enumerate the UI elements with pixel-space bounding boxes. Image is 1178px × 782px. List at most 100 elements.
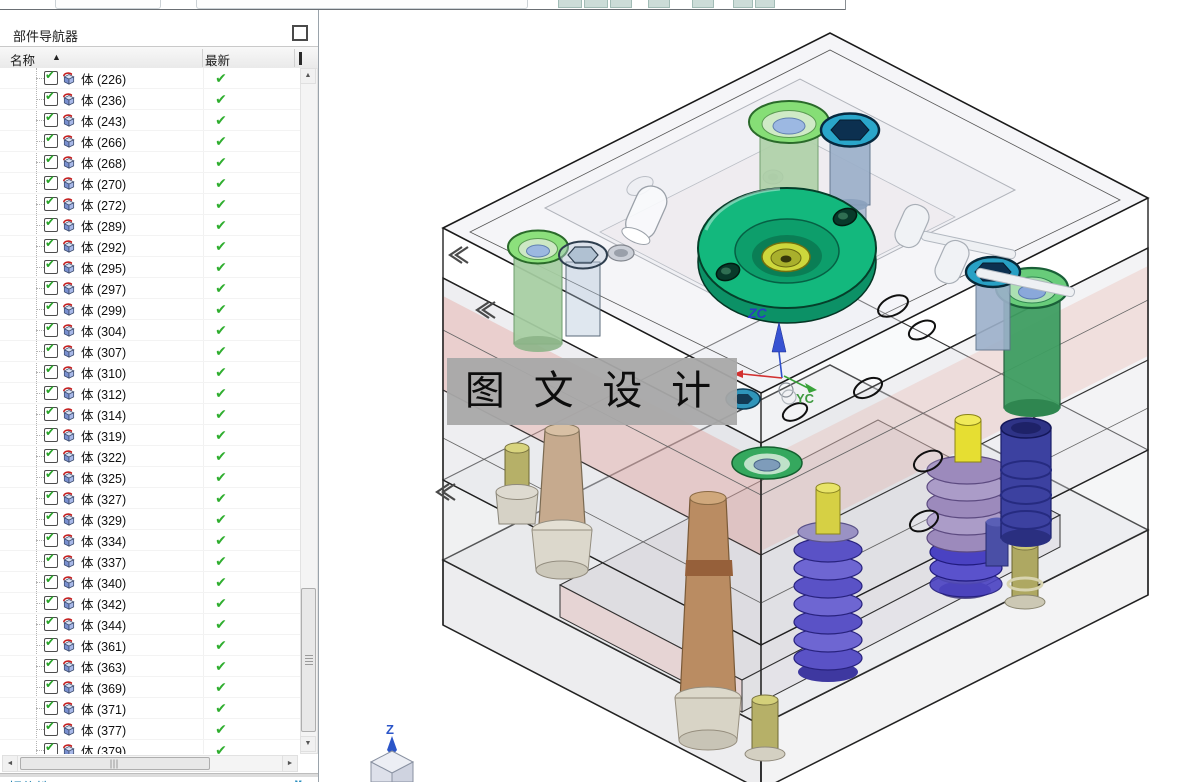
scroll-left-button[interactable]: ◄ <box>2 755 18 772</box>
part-navigator-row[interactable]: ✔ 体 (307) ✔ <box>0 341 300 362</box>
visibility-checkbox[interactable]: ✔ <box>44 215 58 232</box>
locating-ring[interactable] <box>697 187 877 324</box>
visibility-checkbox[interactable]: ✔ <box>44 509 58 526</box>
part-navigator-row[interactable]: ✔ 体 (243) ✔ <box>0 110 300 131</box>
visibility-checkbox[interactable]: ✔ <box>44 446 58 463</box>
tree-line <box>36 686 44 688</box>
visibility-checkbox[interactable]: ✔ <box>44 488 58 505</box>
visibility-checkbox[interactable]: ✔ <box>44 551 58 568</box>
visibility-checkbox[interactable]: ✔ <box>44 89 58 106</box>
latest-check-icon: ✔ <box>215 216 227 233</box>
visibility-checkbox[interactable]: ✔ <box>44 131 58 148</box>
part-navigator-row[interactable]: ✔ 体 (361) ✔ <box>0 635 300 656</box>
part-navigator-row[interactable]: ✔ 体 (304) ✔ <box>0 320 300 341</box>
part-navigator-row[interactable]: ✔ 体 (312) ✔ <box>0 383 300 404</box>
visibility-checkbox[interactable]: ✔ <box>44 656 58 673</box>
part-navigator-row[interactable]: ✔ 体 (322) ✔ <box>0 446 300 467</box>
part-navigator-row[interactable]: ✔ 体 (379) ✔ <box>0 740 300 754</box>
visibility-checkbox[interactable]: ✔ <box>44 740 58 754</box>
visibility-checkbox[interactable]: ✔ <box>44 635 58 652</box>
visibility-checkbox[interactable]: ✔ <box>44 299 58 316</box>
visibility-checkbox[interactable]: ✔ <box>44 719 58 736</box>
visibility-checkbox[interactable]: ✔ <box>44 404 58 421</box>
part-navigator-row[interactable]: ✔ 体 (270) ✔ <box>0 173 300 194</box>
tree-line <box>36 476 44 478</box>
visibility-checkbox[interactable]: ✔ <box>44 341 58 358</box>
float-panel-icon[interactable] <box>292 25 308 41</box>
check-icon: ✔ <box>45 110 56 124</box>
visibility-checkbox[interactable]: ✔ <box>44 236 58 253</box>
latest-check-icon: ✔ <box>215 342 227 359</box>
visibility-checkbox[interactable]: ✔ <box>44 320 58 337</box>
sort-ascending-icon[interactable]: ▲ <box>52 52 61 62</box>
part-navigator-row[interactable]: ✔ 体 (266) ✔ <box>0 131 300 152</box>
part-navigator-row[interactable]: ✔ 体 (337) ✔ <box>0 551 300 572</box>
visibility-checkbox[interactable]: ✔ <box>44 698 58 715</box>
part-navigator-row[interactable]: ✔ 体 (272) ✔ <box>0 194 300 215</box>
part-navigator-row[interactable]: ✔ 体 (310) ✔ <box>0 362 300 383</box>
tree-line <box>36 287 44 289</box>
column-header-latest[interactable]: 最新 <box>205 50 230 69</box>
part-navigator-row[interactable]: ✔ 体 (342) ✔ <box>0 593 300 614</box>
part-navigator-row[interactable]: ✔ 体 (289) ✔ <box>0 215 300 236</box>
visibility-checkbox[interactable]: ✔ <box>44 677 58 694</box>
latest-check-icon: ✔ <box>215 111 227 128</box>
part-navigator-row[interactable]: ✔ 体 (334) ✔ <box>0 530 300 551</box>
tree-line <box>36 728 44 730</box>
scroll-right-button[interactable]: ► <box>282 755 298 772</box>
latest-check-icon: ✔ <box>215 657 227 674</box>
check-icon: ✔ <box>45 446 56 460</box>
visibility-checkbox[interactable]: ✔ <box>44 425 58 442</box>
visibility-checkbox[interactable]: ✔ <box>44 278 58 295</box>
part-navigator-row[interactable]: ✔ 体 (340) ✔ <box>0 572 300 593</box>
visibility-checkbox[interactable]: ✔ <box>44 68 58 85</box>
part-navigator-row[interactable]: ✔ 体 (268) ✔ <box>0 152 300 173</box>
visibility-checkbox[interactable]: ✔ <box>44 194 58 211</box>
part-navigator-row[interactable]: ✔ 体 (363) ✔ <box>0 656 300 677</box>
part-navigator-row[interactable]: ✔ 体 (226) ✔ <box>0 68 300 89</box>
visibility-checkbox[interactable]: ✔ <box>44 362 58 379</box>
part-navigator-row[interactable]: ✔ 体 (297) ✔ <box>0 278 300 299</box>
visibility-checkbox[interactable]: ✔ <box>44 572 58 589</box>
visibility-checkbox[interactable]: ✔ <box>44 152 58 169</box>
part-navigator-row[interactable]: ✔ 体 (327) ✔ <box>0 488 300 509</box>
visibility-checkbox[interactable]: ✔ <box>44 614 58 631</box>
row-label: 体 (307) <box>81 345 127 360</box>
visibility-checkbox[interactable]: ✔ <box>44 173 58 190</box>
column-header-name[interactable]: 名称 <box>10 50 35 69</box>
visibility-checkbox[interactable]: ✔ <box>44 593 58 610</box>
scroll-down-button[interactable]: ▼ <box>300 736 316 752</box>
part-navigator-row[interactable]: ✔ 体 (377) ✔ <box>0 719 300 740</box>
part-navigator-row[interactable]: ✔ 体 (369) ✔ <box>0 677 300 698</box>
row-label: 体 (243) <box>81 114 127 129</box>
check-icon: ✔ <box>45 677 56 691</box>
visibility-checkbox[interactable]: ✔ <box>44 257 58 274</box>
visibility-checkbox[interactable]: ✔ <box>44 530 58 547</box>
part-navigator-row[interactable]: ✔ 体 (299) ✔ <box>0 299 300 320</box>
row-label: 体 (272) <box>81 198 127 213</box>
scroll-up-button[interactable]: ▲ <box>300 68 316 84</box>
horizontal-scrollbar-thumb[interactable] <box>20 757 210 770</box>
body-feature-icon <box>61 407 77 422</box>
part-navigator-row[interactable]: ✔ 体 (329) ✔ <box>0 509 300 530</box>
chevron-down-icon[interactable]: ∨ <box>293 776 304 782</box>
visibility-checkbox[interactable]: ✔ <box>44 383 58 400</box>
check-icon: ✔ <box>45 656 56 670</box>
part-navigator-row[interactable]: ✔ 体 (344) ✔ <box>0 614 300 635</box>
visibility-checkbox[interactable]: ✔ <box>44 110 58 127</box>
part-navigator-row[interactable]: ✔ 体 (236) ✔ <box>0 89 300 110</box>
part-navigator-row[interactable]: ✔ 体 (319) ✔ <box>0 425 300 446</box>
panel-divider[interactable] <box>0 773 318 777</box>
latest-check-icon: ✔ <box>215 594 227 611</box>
latest-check-icon: ✔ <box>215 258 227 275</box>
visibility-checkbox[interactable]: ✔ <box>44 467 58 484</box>
part-navigator-row[interactable]: ✔ 体 (314) ✔ <box>0 404 300 425</box>
part-navigator-row[interactable]: ✔ 体 (292) ✔ <box>0 236 300 257</box>
part-navigator-row[interactable]: ✔ 体 (371) ✔ <box>0 698 300 719</box>
body-feature-icon <box>61 554 77 569</box>
part-navigator-row[interactable]: ✔ 体 (325) ✔ <box>0 467 300 488</box>
part-navigator-row[interactable]: ✔ 体 (295) ✔ <box>0 257 300 278</box>
check-icon: ✔ <box>45 593 56 607</box>
vertical-scrollbar-thumb[interactable] <box>301 588 316 732</box>
dependencies-section-label[interactable]: 相依性 <box>8 778 50 782</box>
